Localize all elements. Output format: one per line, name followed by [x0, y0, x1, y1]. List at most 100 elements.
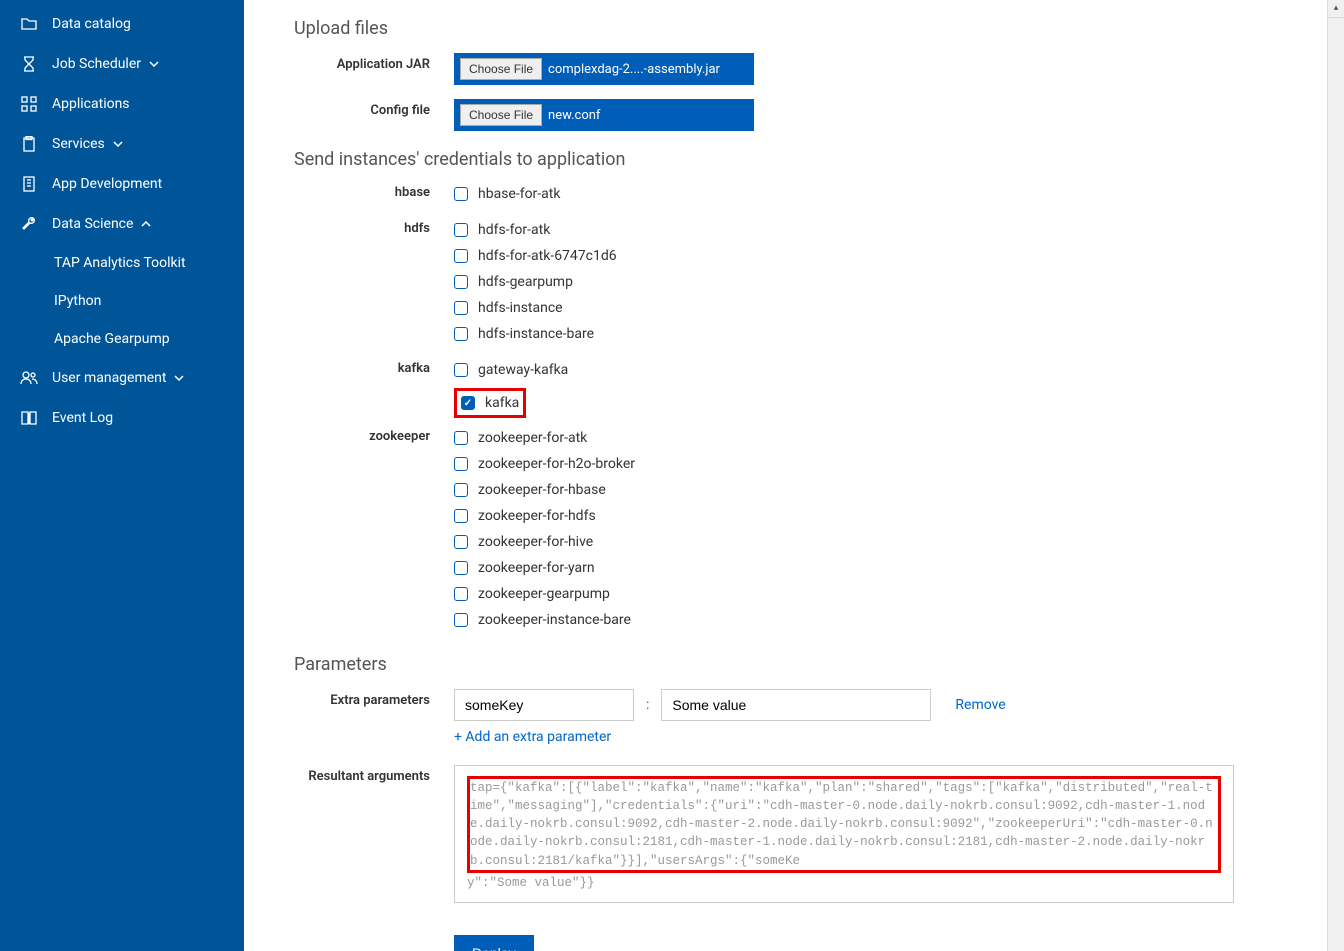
remove-param-link[interactable]: Remove [955, 697, 1005, 713]
checkbox-row[interactable]: zookeeper-gearpump [454, 584, 1297, 604]
checkbox[interactable] [454, 275, 468, 289]
sidebar-label: App Development [52, 176, 162, 192]
checkbox-label: hdfs-gearpump [478, 274, 573, 290]
checkbox-row[interactable]: hdfs-for-atk-6747c1d6 [454, 246, 1297, 266]
param-key-input[interactable] [454, 689, 634, 721]
chevron-up-icon [141, 221, 151, 227]
checkbox[interactable] [454, 249, 468, 263]
checkbox[interactable] [454, 431, 468, 445]
sidebar-sub-gearpump[interactable]: Apache Gearpump [0, 320, 244, 358]
sidebar-item-applications[interactable]: Applications [0, 84, 244, 124]
conf-file-upload[interactable]: Choose File new.conf [454, 99, 754, 131]
sidebar-sub-ipython[interactable]: IPython [0, 282, 244, 320]
result-label: Resultant arguments [294, 765, 454, 784]
sidebar-label: Services [52, 136, 105, 152]
main-content: Upload files Application JAR Choose File… [244, 0, 1327, 951]
checkbox[interactable] [454, 483, 468, 497]
book-icon [20, 409, 38, 427]
checkbox-row[interactable]: zookeeper-instance-bare [454, 610, 1297, 630]
checkbox-row[interactable]: hdfs-instance-bare [454, 324, 1297, 344]
scrollbar[interactable] [1327, 0, 1344, 951]
chevron-down-icon [149, 61, 159, 67]
checkbox[interactable] [454, 187, 468, 201]
checkbox-label: kafka [485, 395, 519, 411]
checkbox-row[interactable]: zookeeper-for-h2o-broker [454, 454, 1297, 474]
result-arguments: tap={"kafka":[{"label":"kafka","name":"k… [454, 765, 1234, 903]
sidebar-label: Applications [52, 96, 130, 112]
result-rest: y":"Some value"}} [467, 876, 595, 890]
checkbox[interactable] [454, 613, 468, 627]
param-value-input[interactable] [661, 689, 931, 721]
cred-group-label: zookeeper [294, 428, 454, 444]
building-icon [20, 175, 38, 193]
sidebar-item-event-log[interactable]: Event Log [0, 398, 244, 438]
choose-file-button[interactable]: Choose File [460, 104, 542, 126]
folder-icon [20, 15, 38, 33]
checkbox-row[interactable]: hdfs-for-atk [454, 220, 1297, 240]
checkbox-row[interactable]: hdfs-gearpump [454, 272, 1297, 292]
sidebar-label: Event Log [52, 410, 113, 426]
hourglass-icon [20, 55, 38, 73]
checkbox-label: zookeeper-for-hdfs [478, 508, 596, 524]
checkbox-row[interactable]: zookeeper-for-atk [454, 428, 1297, 448]
jar-label: Application JAR [294, 53, 454, 72]
sidebar-label: Data Science [52, 216, 133, 232]
checkbox[interactable] [454, 327, 468, 341]
checkbox-row[interactable]: zookeeper-for-hbase [454, 480, 1297, 500]
checkbox-row[interactable]: zookeeper-for-hive [454, 532, 1297, 552]
sidebar-item-app-development[interactable]: App Development [0, 164, 244, 204]
params-title: Parameters [294, 654, 1297, 675]
cred-group-label: kafka [294, 360, 454, 376]
creds-title: Send instances' credentials to applicati… [294, 149, 1297, 170]
sidebar-item-data-catalog[interactable]: Data catalog [0, 4, 244, 44]
checkbox-label: zookeeper-gearpump [478, 586, 610, 602]
cred-group-label: hdfs [294, 220, 454, 236]
checkbox-label: zookeeper-for-hbase [478, 482, 606, 498]
add-param-link[interactable]: + Add an extra parameter [454, 729, 1234, 745]
checkbox[interactable] [454, 509, 468, 523]
checkbox-row[interactable]: gateway-kafka [454, 360, 1297, 380]
checkbox-label: zookeeper-for-hive [478, 534, 593, 550]
checkbox[interactable] [454, 301, 468, 315]
checkbox-row[interactable]: zookeeper-for-hdfs [454, 506, 1297, 526]
sidebar-item-user-management[interactable]: User management [0, 358, 244, 398]
checkbox-label: zookeeper-for-atk [478, 430, 587, 446]
conf-label: Config file [294, 99, 454, 118]
sidebar-item-job-scheduler[interactable]: Job Scheduler [0, 44, 244, 84]
checkbox[interactable] [454, 457, 468, 471]
checkbox[interactable] [454, 587, 468, 601]
colon: : [642, 697, 653, 713]
sidebar: Data catalog Job Scheduler Applications … [0, 0, 244, 951]
checkbox-row[interactable]: hdfs-instance [454, 298, 1297, 318]
result-highlighted: tap={"kafka":[{"label":"kafka","name":"k… [467, 776, 1221, 873]
sidebar-item-services[interactable]: Services [0, 124, 244, 164]
jar-filename: complexdag-2....-assembly.jar [548, 62, 720, 77]
checkbox-label: zookeeper-instance-bare [478, 612, 631, 628]
checkbox[interactable] [454, 223, 468, 237]
sidebar-item-data-science[interactable]: Data Science [0, 204, 244, 244]
checkbox-label: hdfs-for-atk [478, 222, 550, 238]
checkbox-label: hdfs-for-atk-6747c1d6 [478, 248, 617, 264]
checkbox-label: zookeeper-for-h2o-broker [478, 456, 635, 472]
checkbox[interactable] [454, 561, 468, 575]
checkbox[interactable] [454, 535, 468, 549]
checkbox-row[interactable]: hbase-for-atk [454, 184, 1297, 204]
checkbox[interactable] [454, 363, 468, 377]
deploy-button[interactable]: Deploy [454, 935, 534, 951]
sidebar-sub-tap[interactable]: TAP Analytics Toolkit [0, 244, 244, 282]
choose-file-button[interactable]: Choose File [460, 58, 542, 80]
checkbox-row[interactable]: kafka [461, 393, 519, 413]
chevron-down-icon [113, 141, 123, 147]
clipboard-icon [20, 135, 38, 153]
jar-file-upload[interactable]: Choose File complexdag-2....-assembly.ja… [454, 53, 754, 85]
checkbox-label: hbase-for-atk [478, 186, 560, 202]
sidebar-label: User management [52, 370, 166, 386]
checkbox-label: hdfs-instance-bare [478, 326, 594, 342]
extra-params-label: Extra parameters [294, 689, 454, 708]
checkbox-row[interactable]: zookeeper-for-yarn [454, 558, 1297, 578]
checkbox-label: hdfs-instance [478, 300, 563, 316]
checkbox[interactable] [461, 396, 475, 410]
wrench-icon [20, 215, 38, 233]
grid-icon [20, 95, 38, 113]
checkbox-label: zookeeper-for-yarn [478, 560, 595, 576]
